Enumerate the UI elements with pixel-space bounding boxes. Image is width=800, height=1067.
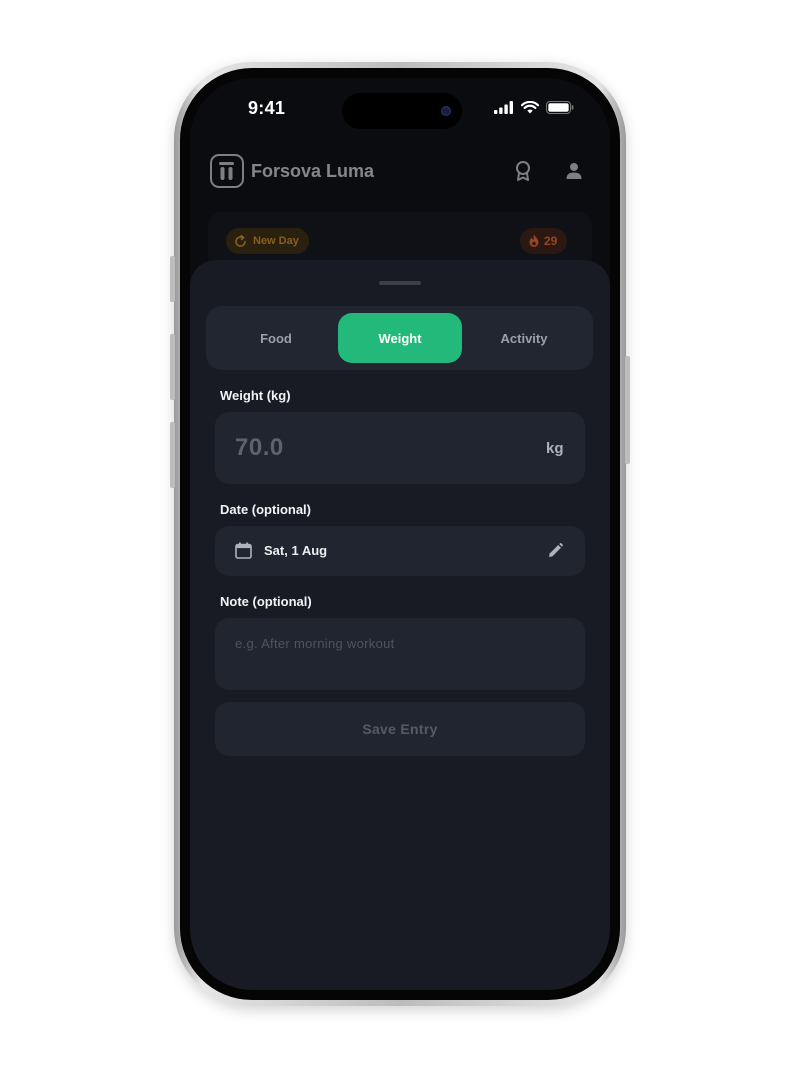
save-entry-button[interactable]: Save Entry <box>215 702 585 756</box>
status-icons <box>494 101 574 114</box>
tab-weight[interactable]: Weight <box>338 313 462 363</box>
refresh-icon <box>235 234 246 247</box>
sheet-drag-handle[interactable] <box>379 281 421 285</box>
phone-screen: 9:41 Forsova Luma New Day 29 Food Weight… <box>190 78 610 990</box>
date-value: Sat, 1 Aug <box>264 543 328 558</box>
weight-label: Weight (kg) <box>220 388 291 403</box>
new-day-label: New Day <box>253 235 299 247</box>
battery-icon <box>546 101 574 114</box>
weight-unit: kg <box>546 440 564 457</box>
wifi-icon <box>521 101 539 114</box>
cellular-signal-icon <box>494 101 513 114</box>
edit-pencil-icon[interactable] <box>548 543 563 558</box>
tab-activity[interactable]: Activity <box>462 313 586 363</box>
date-label: Date (optional) <box>220 502 311 517</box>
flame-icon <box>529 234 539 247</box>
note-label: Note (optional) <box>220 594 312 609</box>
award-icon[interactable] <box>514 160 532 182</box>
power-button <box>625 356 630 464</box>
streak-badge[interactable]: 29 <box>520 228 568 254</box>
status-time: 9:41 <box>248 98 286 118</box>
app-logo-icon <box>210 154 244 188</box>
app-title: Forsova Luma <box>251 161 375 181</box>
new-day-badge[interactable]: New Day <box>226 228 309 254</box>
tab-food[interactable]: Food <box>214 313 338 363</box>
weight-placeholder: 70.0 <box>235 434 284 461</box>
streak-count: 29 <box>544 234 558 248</box>
action-button <box>170 256 175 302</box>
volume-down-button <box>170 422 175 488</box>
calendar-icon <box>235 542 252 559</box>
front-camera <box>441 106 451 116</box>
note-placeholder: e.g. After morning workout <box>235 636 395 651</box>
profile-icon[interactable] <box>566 162 582 180</box>
volume-up-button <box>170 334 175 400</box>
note-input[interactable] <box>215 618 585 690</box>
